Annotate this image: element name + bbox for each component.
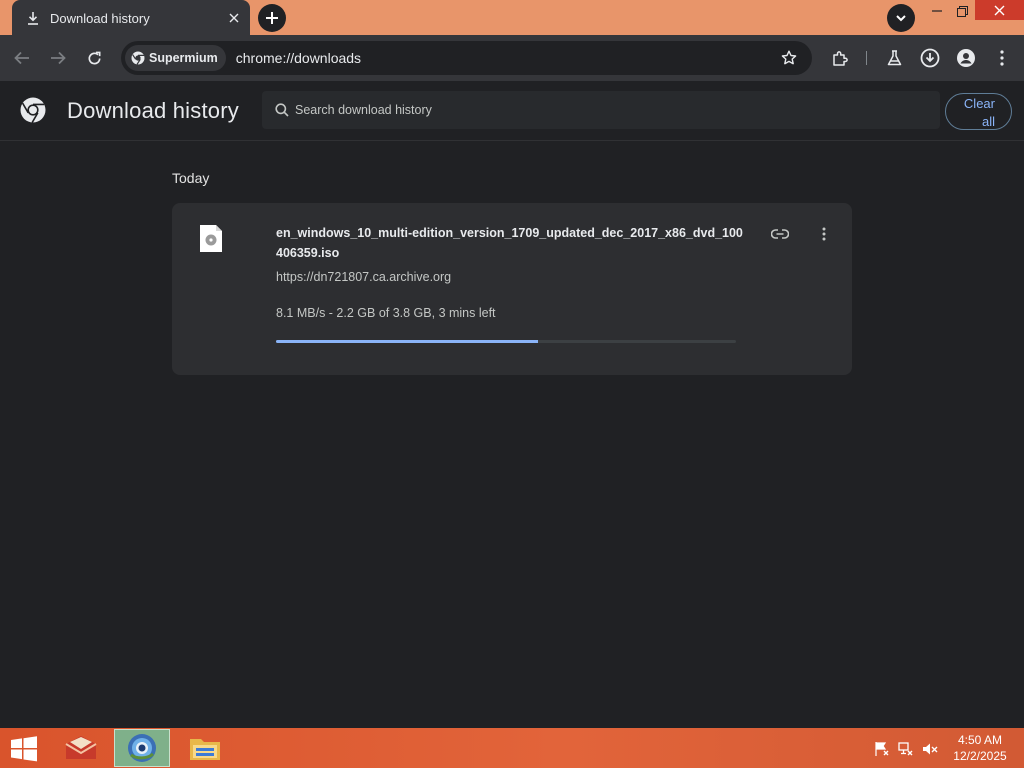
more-vertical-icon <box>822 227 826 241</box>
taskbar-app-supermium[interactable] <box>114 729 170 767</box>
close-icon <box>994 5 1005 15</box>
download-progress-bar <box>276 340 736 343</box>
folder-icon <box>190 739 220 760</box>
windows-taskbar: 4:50 AM 12/2/2025 <box>0 728 1024 768</box>
bookmark-button[interactable] <box>774 43 804 73</box>
forward-button[interactable] <box>43 43 73 73</box>
download-status: 8.1 MB/s - 2.2 GB of 3.8 GB, 3 mins left <box>276 306 496 320</box>
reload-button[interactable] <box>79 43 109 73</box>
clock-date: 12/2/2025 <box>953 749 1007 763</box>
taskbar-app-mail[interactable] <box>53 729 109 767</box>
clear-all-label-line2: all <box>981 114 995 129</box>
browser-toolbar: Supermium chrome://downloads <box>0 35 1024 81</box>
tab-download-history[interactable]: Download history <box>12 0 250 36</box>
labs-button[interactable] <box>879 43 909 73</box>
tab-search-button[interactable] <box>887 4 915 32</box>
tab-title: Download history <box>50 10 150 26</box>
start-button[interactable] <box>8 736 40 762</box>
supermium-app-icon <box>128 734 156 762</box>
reload-icon <box>88 51 100 64</box>
url-text[interactable]: chrome://downloads <box>236 50 774 66</box>
plus-icon <box>266 12 278 24</box>
clock-time: 4:50 AM <box>957 733 1003 747</box>
extensions-button[interactable] <box>825 43 855 73</box>
avatar-icon <box>957 49 975 67</box>
toolbar-divider <box>866 51 867 65</box>
search-field[interactable] <box>262 91 940 129</box>
supermium-logo-icon <box>131 51 145 65</box>
profile-button[interactable] <box>951 43 981 73</box>
download-progress-fill <box>276 340 539 343</box>
flask-icon <box>887 50 901 66</box>
new-tab-button[interactable] <box>258 4 286 32</box>
restore-icon <box>956 5 968 17</box>
clear-all-button[interactable]: Clear all <box>945 93 1012 130</box>
download-icon <box>26 11 40 25</box>
close-window-button[interactable] <box>975 0 1024 20</box>
puzzle-icon <box>832 50 848 66</box>
download-filename[interactable]: en_windows_10_multi-edition_version_1709… <box>276 223 746 263</box>
taskbar-clock[interactable]: 4:50 AM 12/2/2025 <box>950 732 1010 764</box>
envelope-app-icon <box>65 736 97 759</box>
search-icon <box>273 101 291 119</box>
downloads-toolbar-button[interactable] <box>915 43 945 73</box>
taskbar-app-file-explorer[interactable] <box>177 729 233 767</box>
site-chip-label: Supermium <box>149 51 218 65</box>
search-input[interactable] <box>295 103 895 117</box>
tab-close-icon[interactable] <box>224 8 244 28</box>
downloads-header: Download history Clear all <box>0 81 1024 141</box>
back-button[interactable] <box>7 43 37 73</box>
chrome-logo-icon <box>20 97 46 123</box>
more-vertical-icon <box>1000 50 1004 66</box>
clear-all-label-line1: Clear <box>963 96 995 111</box>
download-source-url[interactable]: https://dn721807.ca.archive.org <box>276 270 451 284</box>
link-icon <box>771 229 789 239</box>
download-circle-icon <box>920 48 940 68</box>
volume-muted-icon[interactable] <box>921 740 939 758</box>
page-title: Download history <box>67 98 239 123</box>
action-center-flag-icon[interactable] <box>873 740 891 758</box>
address-bar[interactable]: Supermium chrome://downloads <box>121 41 812 75</box>
arrow-right-icon <box>51 51 66 65</box>
date-section-label: Today <box>172 170 210 186</box>
download-item: en_windows_10_multi-edition_version_1709… <box>172 203 852 375</box>
site-info-chip[interactable]: Supermium <box>125 45 226 71</box>
copy-link-button[interactable] <box>764 218 796 250</box>
menu-button[interactable] <box>987 43 1017 73</box>
file-icon <box>200 225 222 252</box>
tab-strip: Download history <box>0 0 1024 36</box>
network-icon[interactable] <box>897 740 915 758</box>
download-more-actions-button[interactable] <box>808 218 840 250</box>
chevron-down-icon <box>896 15 906 22</box>
minimize-icon <box>932 10 942 12</box>
star-icon <box>781 50 797 65</box>
arrow-left-icon <box>14 51 29 65</box>
